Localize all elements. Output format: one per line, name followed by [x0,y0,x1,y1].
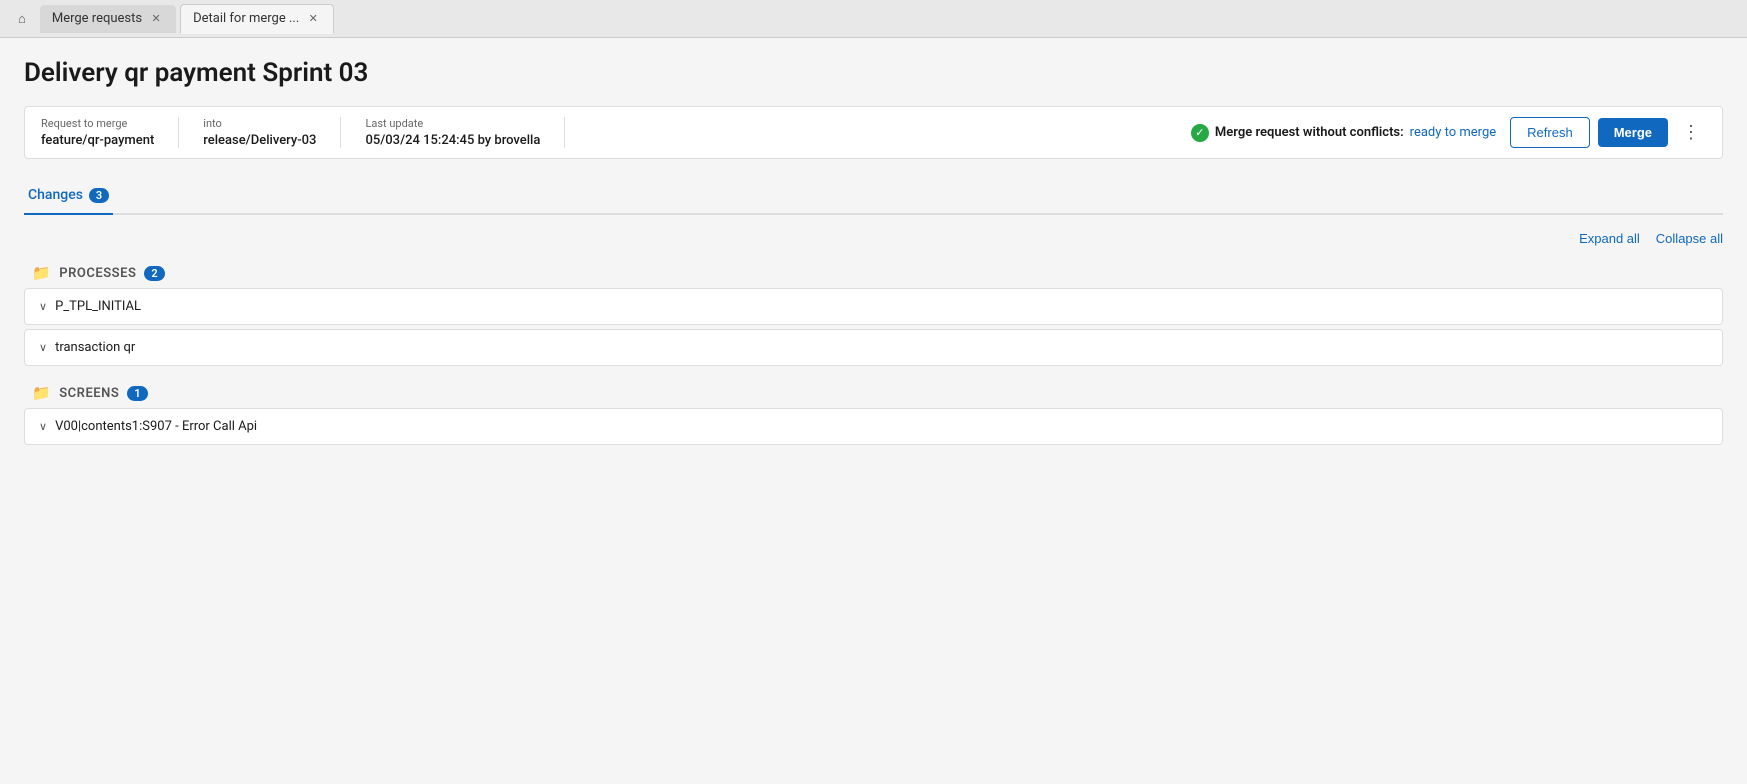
into-label: into [203,117,316,130]
file-group-screens-badge: 1 [127,386,148,401]
meta-bar: Request to merge feature/qr-payment into… [24,106,1723,159]
merge-button[interactable]: Merge [1598,118,1668,147]
file-group-screens-header: 📁 SCREENS 1 [24,378,1723,408]
into-field: into release/Delivery-03 [203,117,341,148]
content-tabs: Changes 3 [24,179,1723,215]
status-success-icon: ✓ [1191,124,1209,142]
last-update-label: Last update [365,117,540,130]
home-tab[interactable]: ⌂ [8,5,36,33]
folder-icon-processes: 📁 [32,264,51,282]
page-title: Delivery qr payment Sprint 03 [24,58,1723,88]
chevron-icon-p-tpl: ∨ [39,300,47,313]
file-item-v00-contents[interactable]: ∨ V00|contents1:S907 - Error Call Api [24,408,1723,445]
expand-all-button[interactable]: Expand all [1579,231,1640,246]
tab-changes-label: Changes [28,187,83,203]
tab-merge-requests-label: Merge requests [52,11,142,26]
file-group-processes-header: 📁 PROCESSES 2 [24,258,1723,288]
collapse-all-button[interactable]: Collapse all [1656,231,1723,246]
tab-changes-badge: 3 [89,188,109,203]
merge-status-label: Merge request without conflicts: [1215,125,1404,140]
refresh-button[interactable]: Refresh [1510,117,1590,148]
file-name-v00: V00|contents1:S907 - Error Call Api [55,419,257,434]
actions-row: Expand all Collapse all [24,231,1723,246]
folder-icon-screens: 📁 [32,384,51,402]
tab-detail-merge-close[interactable]: ✕ [305,11,321,27]
tab-merge-requests-close[interactable]: ✕ [148,11,164,27]
home-icon: ⌂ [18,11,26,27]
main-content: Delivery qr payment Sprint 03 Request to… [0,38,1747,784]
tab-bar: ⌂ Merge requests ✕ Detail for merge ... … [0,0,1747,38]
request-to-merge-label: Request to merge [41,117,154,130]
tab-changes[interactable]: Changes 3 [24,179,113,215]
file-name-transaction-qr: transaction qr [55,340,135,355]
tab-merge-requests[interactable]: Merge requests ✕ [40,5,176,33]
last-update-field: Last update 05/03/24 15:24:45 by brovell… [365,117,565,148]
more-options-button[interactable]: ⋮ [1676,118,1706,147]
file-item-transaction-qr[interactable]: ∨ transaction qr [24,329,1723,366]
file-group-screens-name: SCREENS [59,386,119,401]
chevron-icon-v00: ∨ [39,420,47,433]
file-group-screens: 📁 SCREENS 1 ∨ V00|contents1:S907 - Error… [24,378,1723,445]
last-update-value: 05/03/24 15:24:45 by brovella [365,133,540,148]
file-groups: 📁 PROCESSES 2 ∨ P_TPL_INITIAL ∨ transact… [24,258,1723,445]
file-group-processes: 📁 PROCESSES 2 ∨ P_TPL_INITIAL ∨ transact… [24,258,1723,366]
tab-detail-merge[interactable]: Detail for merge ... ✕ [180,4,334,34]
file-group-processes-name: PROCESSES [59,266,136,281]
file-group-processes-badge: 2 [144,266,165,281]
file-item-p-tpl-initial[interactable]: ∨ P_TPL_INITIAL [24,288,1723,325]
chevron-icon-transaction-qr: ∨ [39,341,47,354]
tab-detail-merge-label: Detail for merge ... [193,11,299,26]
request-to-merge-value: feature/qr-payment [41,133,154,148]
merge-status: ✓ Merge request without conflicts: ready… [1191,124,1496,142]
into-value: release/Delivery-03 [203,133,316,148]
request-to-merge-field: Request to merge feature/qr-payment [41,117,179,148]
merge-status-ready: ready to merge [1410,125,1497,140]
file-name-p-tpl: P_TPL_INITIAL [55,299,141,314]
